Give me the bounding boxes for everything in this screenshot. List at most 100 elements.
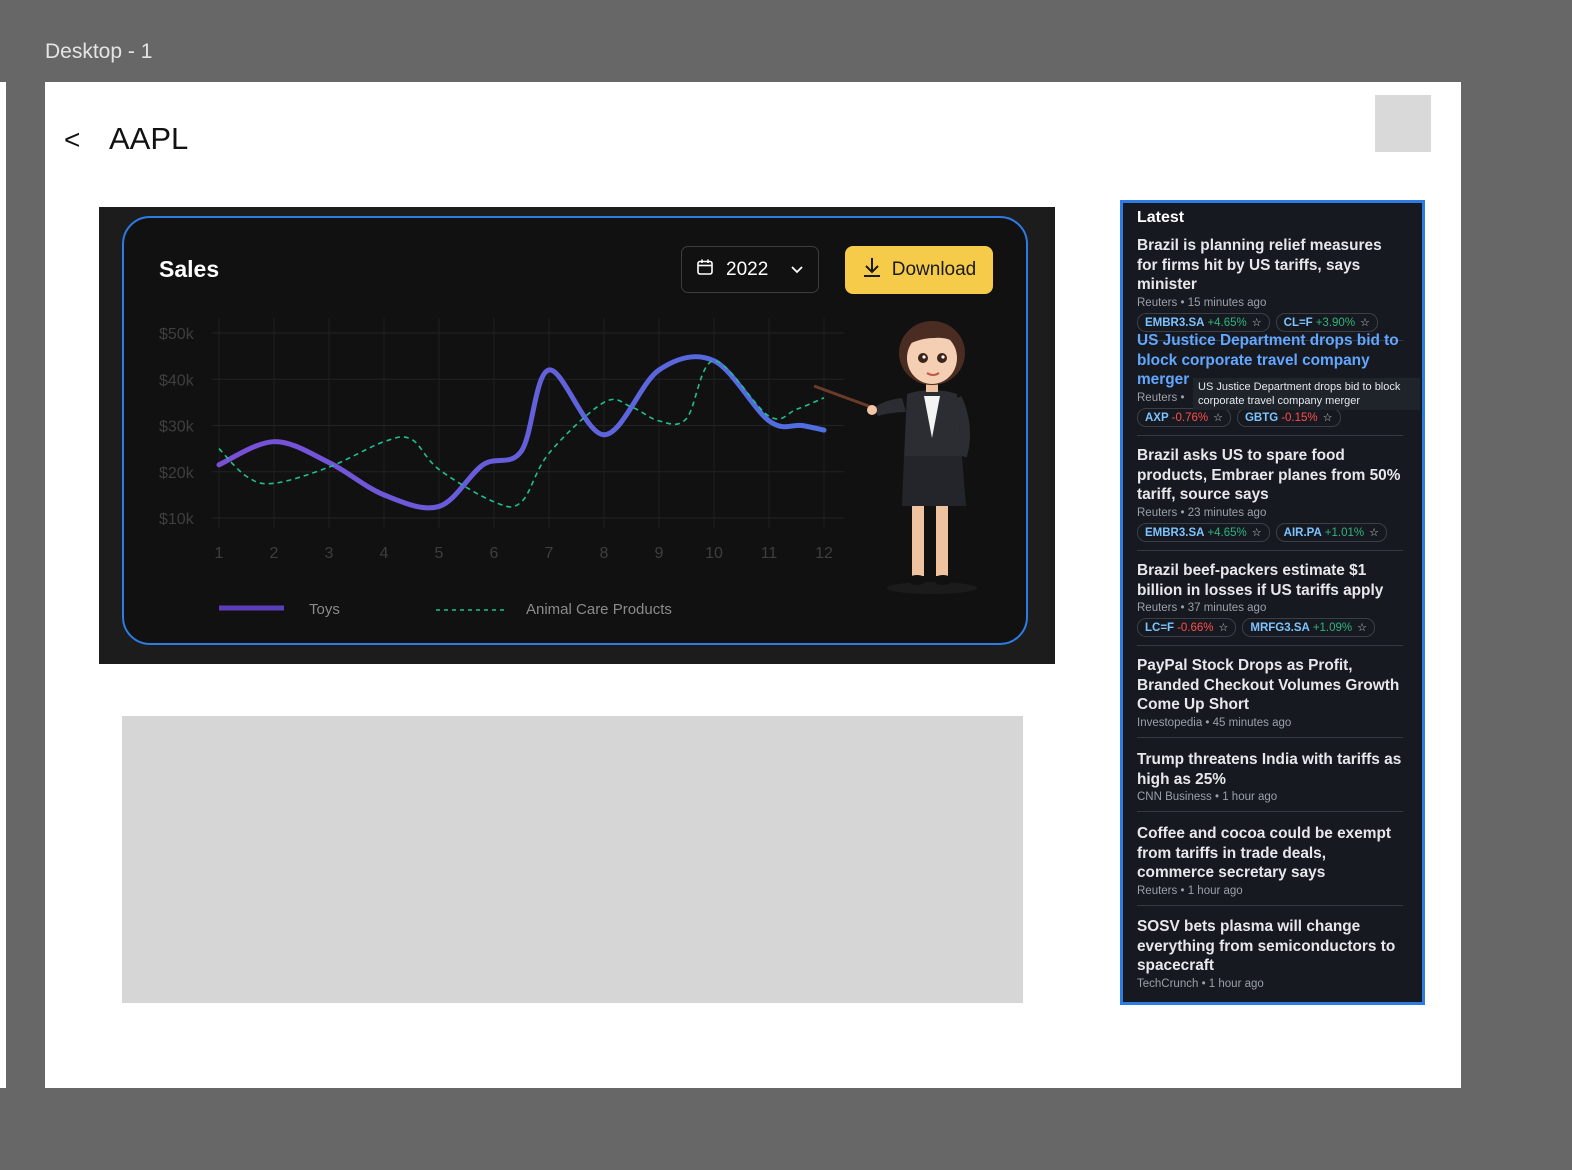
ticker-tag[interactable]: LC=F -0.66% ☆ xyxy=(1137,618,1237,638)
news-headline[interactable]: Coffee and cocoa could be exempt from ta… xyxy=(1137,824,1403,883)
ticker-change: +3.90% xyxy=(1315,316,1356,329)
news-item[interactable]: Coffee and cocoa could be exempt from ta… xyxy=(1137,824,1403,907)
news-item[interactable]: Brazil beef-packers estimate $1 billion … xyxy=(1137,561,1403,647)
ticker-symbol: AIR.PA xyxy=(1283,526,1322,539)
news-time: 1 hour ago xyxy=(1208,978,1264,991)
presenter-illustration xyxy=(813,321,977,594)
x-tick-label: 9 xyxy=(655,545,664,562)
news-time: 1 hour ago xyxy=(1222,791,1278,804)
news-meta: CNN Business • 1 hour ago xyxy=(1137,791,1278,804)
star-icon[interactable]: ☆ xyxy=(1360,316,1370,329)
news-heading: Latest xyxy=(1137,209,1185,226)
adjacent-frame-edge xyxy=(0,82,6,1088)
news-source: Investopedia xyxy=(1137,717,1203,730)
ticker-tag[interactable]: GBTG -0.15% ☆ xyxy=(1236,408,1341,428)
news-time: 37 minutes ago xyxy=(1187,602,1267,615)
news-meta: Reuters • 37 minutes ago xyxy=(1137,602,1267,615)
ticker-symbol: EMBR3.SA xyxy=(1145,526,1205,539)
news-headline[interactable]: SOSV bets plasma will change everything … xyxy=(1137,917,1403,976)
x-tick-label: 8 xyxy=(600,545,609,562)
ticker-symbol: GBTG xyxy=(1244,411,1279,424)
ticker-symbol: LC=F xyxy=(1145,621,1175,634)
ticker-symbol: EMBR3.SA xyxy=(1145,316,1205,329)
x-tick-label: 3 xyxy=(325,545,334,562)
ticker-change: +1.01% xyxy=(1324,526,1365,539)
x-tick-label: 5 xyxy=(435,545,444,562)
ticker-tag[interactable]: AXP -0.76% ☆ xyxy=(1137,408,1231,428)
news-source: Reuters xyxy=(1137,507,1178,520)
ticker-tags: EMBR3.SA +4.65% ☆ CL=F +3.90% ☆ xyxy=(1137,313,1403,333)
ticker-tag[interactable]: CL=F +3.90% ☆ xyxy=(1275,313,1378,333)
news-item[interactable]: Trump threatens India with tariffs as hi… xyxy=(1137,750,1403,813)
ticker-change: +1.09% xyxy=(1312,621,1353,634)
page-title: AAPL xyxy=(109,121,189,156)
image-placeholder xyxy=(1375,95,1431,152)
news-item[interactable]: Brazil asks US to spare food products, E… xyxy=(1137,446,1403,552)
y-tick-label: $20k xyxy=(159,465,195,482)
news-headline[interactable]: Trump threatens India with tariffs as hi… xyxy=(1137,750,1403,789)
ticker-change: -0.76% xyxy=(1171,411,1209,424)
news-meta: Reuters • 1 hour ago xyxy=(1137,885,1243,898)
ticker-tag[interactable]: MRFG3.SA +1.09% ☆ xyxy=(1242,618,1376,638)
news-headline[interactable]: Brazil is planning relief measures for f… xyxy=(1137,236,1403,295)
news-source: Reuters xyxy=(1137,297,1178,310)
news-meta: Reuters • 23 minutes ago xyxy=(1137,507,1267,520)
ticker-symbol: CL=F xyxy=(1283,316,1313,329)
x-tick-label: 11 xyxy=(761,545,778,562)
ticker-change: -0.66% xyxy=(1177,621,1214,634)
news-item[interactable]: PayPal Stock Drops as Profit, Branded Ch… xyxy=(1137,656,1403,739)
news-time: 23 minutes ago xyxy=(1187,507,1267,520)
x-tick-label: 2 xyxy=(270,545,279,562)
frame-label: Desktop - 1 xyxy=(45,40,153,63)
news-source: CNN Business xyxy=(1137,791,1212,804)
news-source: Reuters xyxy=(1137,885,1178,898)
x-tick-label: 6 xyxy=(490,545,499,562)
news-time: 1 hour ago xyxy=(1187,885,1243,898)
x-tick-label: 4 xyxy=(380,545,389,562)
news-headline[interactable]: Brazil beef-packers estimate $1 billion … xyxy=(1137,561,1403,600)
star-icon[interactable]: ☆ xyxy=(1357,621,1367,634)
back-button[interactable]: < xyxy=(64,124,80,156)
x-tick-label: 7 xyxy=(545,545,554,562)
series-line-animal-care xyxy=(218,359,825,508)
chart-legend: Toys Animal Care Products xyxy=(219,601,672,618)
news-source: Reuters xyxy=(1137,602,1178,615)
ticker-tag[interactable]: AIR.PA +1.01% ☆ xyxy=(1275,523,1387,543)
news-meta: TechCrunch • 1 hour ago xyxy=(1137,978,1264,991)
ticker-tag[interactable]: EMBR3.SA +4.65% ☆ xyxy=(1137,523,1270,543)
y-tick-label: $50k xyxy=(159,326,195,343)
y-tick-label: $10k xyxy=(159,511,195,528)
latest-news-panel: Latest Brazil is planning relief measure… xyxy=(1120,200,1425,1005)
news-time: 15 minutes ago xyxy=(1187,297,1267,310)
ticker-change: +4.65% xyxy=(1207,526,1247,539)
content-placeholder xyxy=(122,716,1023,1003)
x-tick-label: 12 xyxy=(815,545,833,562)
sales-line-chart: $50k$40k$30k$20k$10k 1 2 3 4 5 6 7 8 9 10 11 12 Toy… xyxy=(159,318,977,618)
y-tick-label: $30k xyxy=(159,419,195,436)
y-tick-label: $40k xyxy=(159,372,195,389)
ticker-symbol: AXP xyxy=(1145,411,1169,424)
ticker-symbol: MRFG3.SA xyxy=(1250,621,1310,634)
star-icon[interactable]: ☆ xyxy=(1213,411,1223,424)
star-icon[interactable]: ☆ xyxy=(1369,526,1379,539)
news-item[interactable]: Brazil is planning relief measures for f… xyxy=(1137,236,1403,342)
x-tick-label: 1 xyxy=(215,545,224,562)
ticker-tags: AXP -0.76% ☆ GBTG -0.15% ☆ xyxy=(1137,408,1403,428)
ticker-change: +4.65% xyxy=(1207,316,1247,329)
news-item[interactable]: SOSV bets plasma will change everything … xyxy=(1137,917,1403,998)
ticker-change: -0.15% xyxy=(1281,411,1318,424)
news-meta: Investopedia • 45 minutes ago xyxy=(1137,717,1292,730)
star-icon[interactable]: ☆ xyxy=(1323,411,1333,424)
sales-chart-card: Sales 2022 Download $50k $40k $30k $20k $10k… xyxy=(122,216,1028,645)
news-headline[interactable]: PayPal Stock Drops as Profit, Branded Ch… xyxy=(1137,656,1403,715)
star-icon[interactable]: ☆ xyxy=(1252,526,1262,539)
ticker-tag[interactable]: EMBR3.SA +4.65% ☆ xyxy=(1137,313,1270,333)
ticker-tags: EMBR3.SA +4.65% ☆ AIR.PA +1.01% ☆ xyxy=(1137,523,1403,543)
sales-chart-image: Sales 2022 Download $50k $40k $30k $20k $10k… xyxy=(99,207,1055,664)
news-source: TechCrunch xyxy=(1137,978,1199,991)
headline-tooltip: US Justice Department drops bid to block… xyxy=(1193,378,1420,410)
star-icon[interactable]: ☆ xyxy=(1219,621,1229,634)
star-icon[interactable]: ☆ xyxy=(1252,316,1262,329)
news-headline[interactable]: Brazil asks US to spare food products, E… xyxy=(1137,446,1403,505)
news-meta: Reuters • 15 minutes ago xyxy=(1137,297,1267,310)
